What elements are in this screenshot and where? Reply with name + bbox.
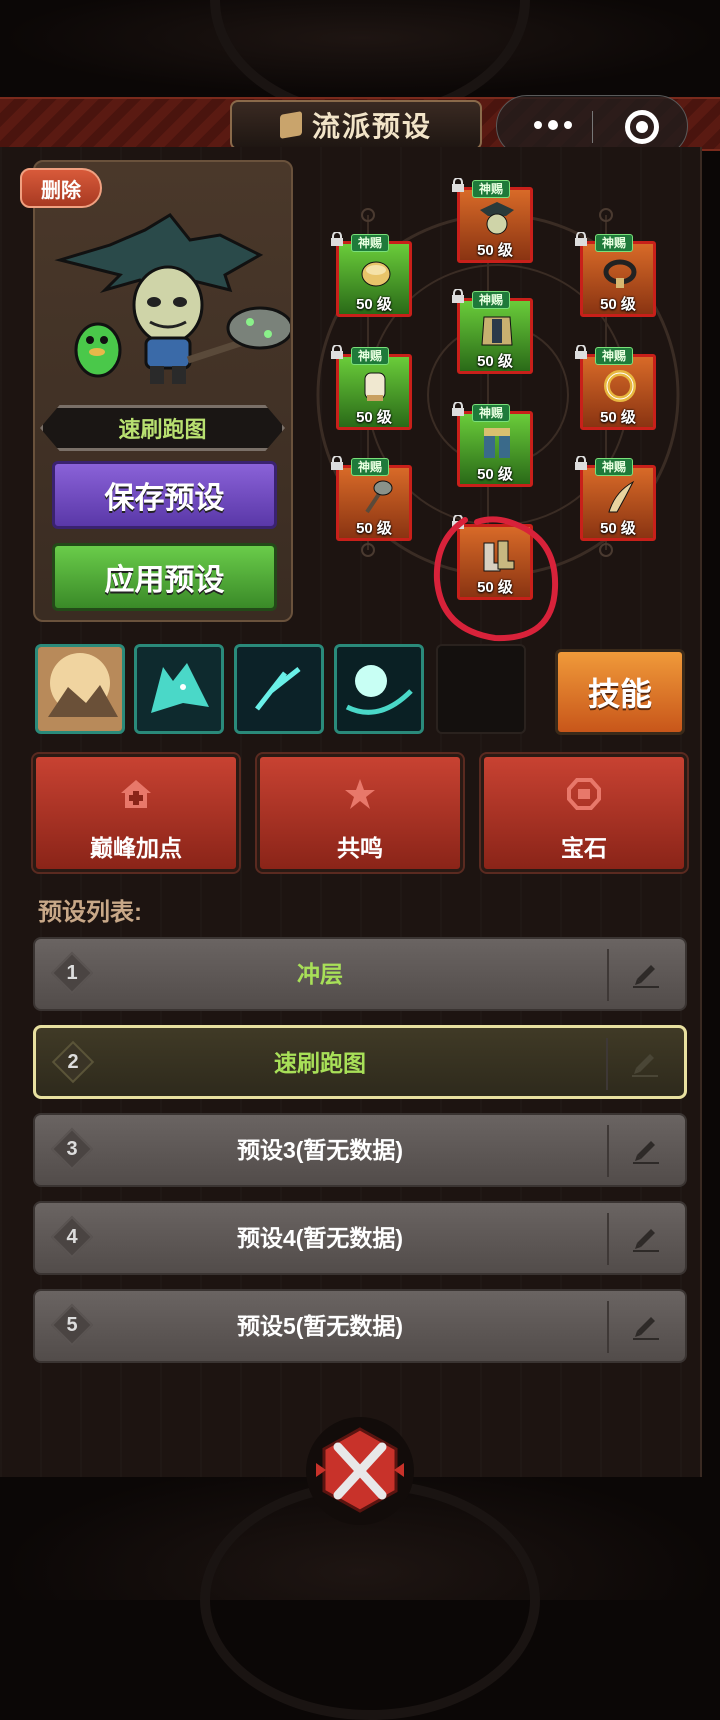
- divine-tag: 神赐: [472, 180, 511, 198]
- level-label: 50 级: [600, 296, 636, 313]
- wolf-skill-icon: [137, 647, 221, 731]
- equip-slot-pants[interactable]: 神赐 50 级: [452, 402, 533, 487]
- horn-icon: [608, 480, 635, 513]
- equip-slot-gloves[interactable]: 神赐 50 级: [331, 345, 412, 430]
- preset-row-label: 预设3(暂无数据): [236, 1137, 404, 1163]
- lock-icon: [575, 456, 587, 470]
- equip-slot-weapon[interactable]: 神赐 50 级: [331, 456, 412, 541]
- divine-tag: 神赐: [595, 347, 634, 365]
- pencil-icon[interactable]: [631, 1223, 661, 1253]
- lock-icon: [452, 289, 464, 303]
- peak-house-icon: [121, 780, 151, 808]
- skill-slot-rock[interactable]: [35, 644, 125, 734]
- preset-row-active[interactable]: 2 速刷跑图: [33, 1025, 687, 1099]
- equip-slot-shoulder[interactable]: 神赐 50 级: [331, 232, 412, 317]
- red-circle-annotation: [433, 516, 559, 642]
- skills-button[interactable]: 技能: [555, 649, 685, 735]
- lock-icon: [575, 232, 587, 246]
- equip-slot-ring[interactable]: 神赐 50 级: [575, 345, 656, 430]
- preset-row-label: 预设5(暂无数据): [236, 1313, 404, 1339]
- resonance-label: 共鸣: [337, 835, 383, 861]
- page-title: 流派预设: [311, 111, 432, 142]
- hero-avatar: [54, 213, 290, 384]
- preset-row[interactable]: 4 预设4(暂无数据): [33, 1201, 687, 1275]
- peak-points-button[interactable]: 巅峰加点: [31, 752, 241, 874]
- level-label: 50 级: [356, 296, 392, 313]
- preset-list-title: 预设列表:: [38, 899, 142, 926]
- preset-row[interactable]: 1 冲层: [33, 937, 687, 1011]
- peak-points-label: 巅峰加点: [90, 835, 182, 861]
- divine-tag: 神赐: [472, 404, 511, 422]
- crow-helm-icon: [480, 202, 514, 235]
- chest-armor-icon: [481, 316, 513, 346]
- lock-icon: [452, 178, 464, 192]
- resonance-star-icon: [345, 779, 375, 809]
- delete-button[interactable]: 删除: [20, 168, 102, 208]
- divine-tag: 神赐: [351, 347, 390, 365]
- close-emblem-button[interactable]: [304, 1415, 416, 1525]
- lock-icon: [331, 232, 343, 246]
- skill-slot-orb[interactable]: [334, 644, 424, 734]
- level-label: 50 级: [356, 409, 392, 426]
- lock-icon: [452, 402, 464, 416]
- mace-icon: [365, 480, 393, 514]
- orb-skill-icon: [337, 647, 421, 731]
- divine-tag: 神赐: [472, 291, 511, 309]
- save-preset-button[interactable]: 保存预设: [52, 461, 277, 529]
- lightning-skill-icon: [237, 647, 321, 731]
- skill-slot-lightning[interactable]: [234, 644, 324, 734]
- rock-skill-icon: [38, 647, 122, 731]
- preset-name-plate: 速刷跑图: [40, 405, 285, 451]
- necklace-icon: [603, 259, 637, 288]
- preset-name: 速刷跑图: [118, 417, 207, 442]
- equip-slot-offhand[interactable]: 神赐 50 级: [575, 456, 656, 541]
- preset-row[interactable]: 5 预设5(暂无数据): [33, 1289, 687, 1363]
- pencil-icon[interactable]: [631, 1135, 661, 1165]
- preset-row-label: 冲层: [297, 961, 343, 987]
- leg-armor-icon: [484, 428, 510, 458]
- divine-tag: 神赐: [351, 234, 390, 252]
- level-label: 50 级: [477, 353, 513, 370]
- level-label: 50 级: [600, 409, 636, 426]
- equip-slot-chest[interactable]: 神赐 50 级: [452, 289, 533, 374]
- skill-slot-wolf[interactable]: [134, 644, 224, 734]
- level-label: 50 级: [600, 520, 636, 537]
- ring-icon: [604, 370, 636, 402]
- level-label: 50 级: [477, 242, 513, 259]
- divine-tag: 神赐: [595, 234, 634, 252]
- equip-slot-helmet[interactable]: 神赐 50 级: [452, 178, 533, 263]
- preset-row[interactable]: 3 预设3(暂无数据): [33, 1113, 687, 1187]
- pencil-icon[interactable]: [630, 1048, 660, 1078]
- preset-row-label: 速刷跑图: [274, 1050, 366, 1076]
- lock-icon: [575, 345, 587, 359]
- gem-button[interactable]: 宝石: [479, 752, 689, 874]
- apply-preset-button[interactable]: 应用预设: [52, 543, 277, 611]
- gem-label: 宝石: [561, 835, 607, 861]
- divine-tag: 神赐: [351, 458, 390, 476]
- gem-icon: [567, 778, 601, 810]
- gauntlet-icon: [364, 372, 386, 401]
- divine-tag: 神赐: [595, 458, 634, 476]
- close-target-icon[interactable]: [625, 110, 659, 144]
- pencil-icon[interactable]: [631, 959, 661, 989]
- lock-icon: [331, 345, 343, 359]
- more-dots-icon[interactable]: [523, 110, 583, 140]
- shoulder-armor-icon: [361, 261, 391, 287]
- book-icon: [279, 111, 302, 139]
- level-label: 50 级: [356, 520, 392, 537]
- lock-icon: [331, 456, 343, 470]
- skill-slot-empty[interactable]: [436, 644, 526, 734]
- resonance-button[interactable]: 共鸣: [255, 752, 465, 874]
- pencil-icon[interactable]: [631, 1311, 661, 1341]
- equip-slot-necklace[interactable]: 神赐 50 级: [575, 232, 656, 317]
- title-plate: 流派预设: [230, 100, 482, 150]
- preset-row-label: 预设4(暂无数据): [236, 1225, 404, 1251]
- capsule-divider: [592, 111, 593, 143]
- level-label: 50 级: [477, 466, 513, 483]
